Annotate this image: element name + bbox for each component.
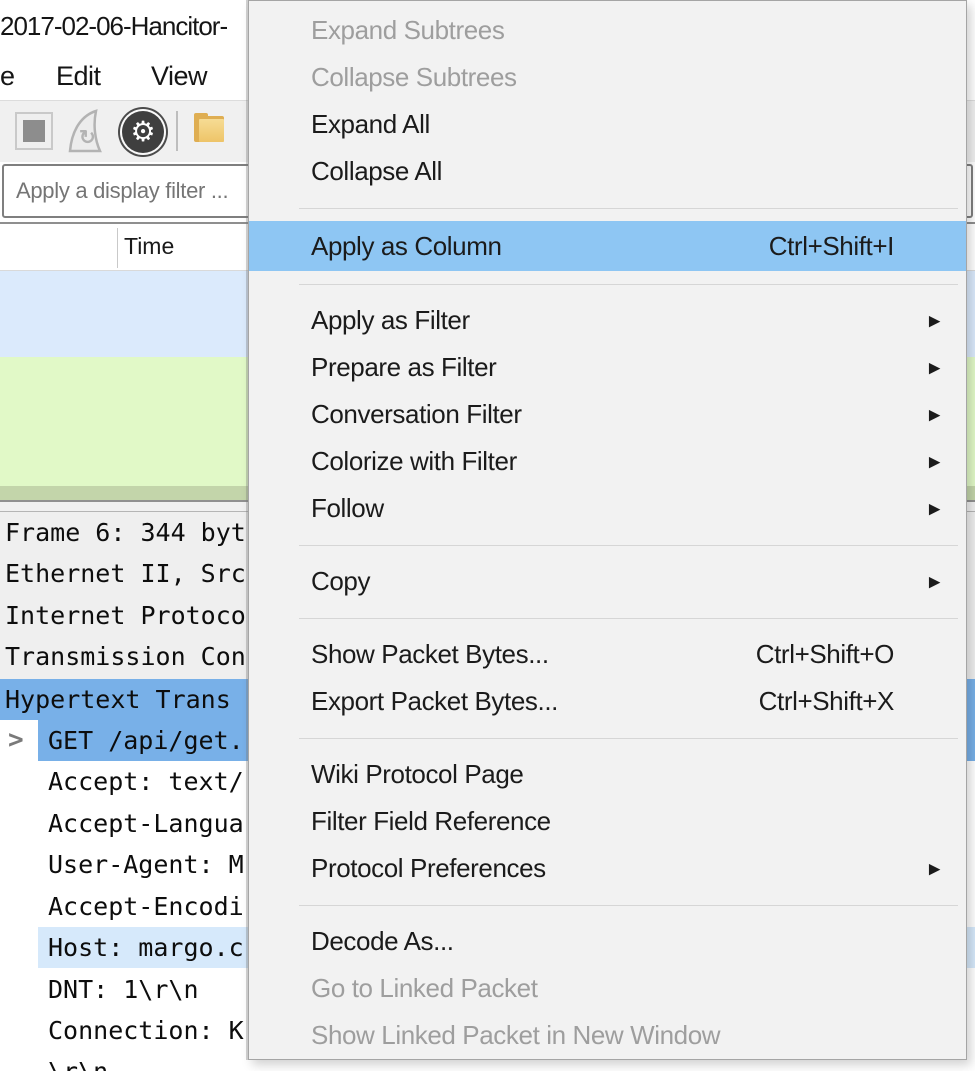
column-separator[interactable] xyxy=(117,228,118,268)
tree-row-frame[interactable]: Frame 6: 344 byt xyxy=(5,512,246,553)
menu-item-follow[interactable]: Follow ▶ xyxy=(249,485,966,532)
tree-row-tcp[interactable]: Transmission Con xyxy=(5,636,246,677)
menu-item-collapse-subtrees: Collapse Subtrees xyxy=(249,54,966,101)
folder-front xyxy=(199,119,224,142)
menu-item-wiki-protocol-page[interactable]: Wiki Protocol Page xyxy=(249,751,966,798)
tree-row-accept-enc[interactable]: Accept-Encodi xyxy=(48,886,244,927)
menu-separator xyxy=(299,738,958,739)
menu-separator xyxy=(299,284,958,285)
stop-capture-icon[interactable] xyxy=(15,112,53,150)
menu-item-prepare-as-filter[interactable]: Prepare as Filter ▶ xyxy=(249,344,966,391)
menu-item-decode-as[interactable]: Decode As... xyxy=(249,918,966,965)
menu-item-colorize-with-filter[interactable]: Colorize with Filter ▶ xyxy=(249,438,966,485)
menu-item-expand-all[interactable]: Expand All xyxy=(249,101,966,148)
menu-view[interactable]: View xyxy=(151,61,207,92)
menu-item-copy[interactable]: Copy ▶ xyxy=(249,558,966,605)
tree-row-accept[interactable]: Accept: text/ xyxy=(48,761,244,802)
shortcut-label: Ctrl+Shift+X xyxy=(759,686,966,717)
menu-separator xyxy=(299,618,958,619)
tree-row-host[interactable]: Host: margo.c xyxy=(48,927,244,968)
menu-file-partial[interactable]: e xyxy=(0,61,15,92)
menu-item-export-packet-bytes[interactable]: Export Packet Bytes... Ctrl+Shift+X xyxy=(249,678,966,725)
wireshark-window: 2017-02-06-Hancitor- e Edit View ↻ ⚙ Tim… xyxy=(0,0,975,1071)
tree-row-http[interactable]: Hypertext Trans xyxy=(5,679,231,720)
submenu-arrow-icon: ▶ xyxy=(929,572,940,590)
submenu-arrow-icon: ▶ xyxy=(929,358,940,376)
window-title: 2017-02-06-Hancitor- xyxy=(0,11,227,42)
menu-item-filter-field-reference[interactable]: Filter Field Reference xyxy=(249,798,966,845)
stop-square-glyph xyxy=(23,120,45,142)
submenu-arrow-icon: ▶ xyxy=(929,452,940,470)
context-menu: Expand Subtrees Collapse Subtrees Expand… xyxy=(248,0,967,1060)
submenu-arrow-icon: ▶ xyxy=(929,405,940,423)
menu-item-expand-subtrees: Expand Subtrees xyxy=(249,7,966,54)
tree-row-crlf[interactable]: \r\n xyxy=(48,1051,108,1071)
menu-item-apply-as-filter[interactable]: Apply as Filter ▶ xyxy=(249,297,966,344)
tree-row-connection[interactable]: Connection: K xyxy=(48,1010,244,1051)
time-column-header[interactable]: Time xyxy=(124,233,174,260)
menu-item-go-to-linked-packet: Go to Linked Packet xyxy=(249,965,966,1012)
menu-item-apply-as-column[interactable]: Apply as Column Ctrl+Shift+I xyxy=(249,221,966,271)
menu-item-conversation-filter[interactable]: Conversation Filter ▶ xyxy=(249,391,966,438)
tree-row-get[interactable]: GET /api/get. xyxy=(48,720,244,761)
tree-row-dnt[interactable]: DNT: 1\r\n xyxy=(48,969,199,1010)
tree-row-user-agent[interactable]: User-Agent: M xyxy=(48,844,244,885)
tree-row-ethernet[interactable]: Ethernet II, Src xyxy=(5,553,246,594)
expander-chevron-icon[interactable]: > xyxy=(8,720,38,761)
toolbar-separator xyxy=(176,111,178,151)
menu-item-show-packet-bytes[interactable]: Show Packet Bytes... Ctrl+Shift+O xyxy=(249,631,966,678)
menu-item-show-linked-packet-new-window: Show Linked Packet in New Window xyxy=(249,1012,966,1059)
capture-options-icon[interactable]: ⚙ xyxy=(122,111,164,153)
tree-row-ip[interactable]: Internet Protoco xyxy=(5,595,246,636)
menu-separator xyxy=(299,905,958,906)
menu-separator xyxy=(299,208,958,209)
menu-edit[interactable]: Edit xyxy=(56,61,101,92)
restart-arrow-glyph: ↻ xyxy=(79,127,96,149)
menu-item-protocol-preferences[interactable]: Protocol Preferences ▶ xyxy=(249,845,966,892)
menu-separator xyxy=(299,545,958,546)
submenu-arrow-icon: ▶ xyxy=(929,311,940,329)
submenu-arrow-icon: ▶ xyxy=(929,859,940,877)
restart-capture-icon[interactable]: ↻ xyxy=(62,108,110,156)
menu-item-collapse-all[interactable]: Collapse All xyxy=(249,148,966,195)
open-file-icon[interactable] xyxy=(194,116,226,144)
tree-row-accept-lang[interactable]: Accept-Langua xyxy=(48,803,244,844)
shortcut-label: Ctrl+Shift+O xyxy=(756,639,966,670)
shortcut-label: Ctrl+Shift+I xyxy=(769,231,966,262)
submenu-arrow-icon: ▶ xyxy=(929,499,940,517)
